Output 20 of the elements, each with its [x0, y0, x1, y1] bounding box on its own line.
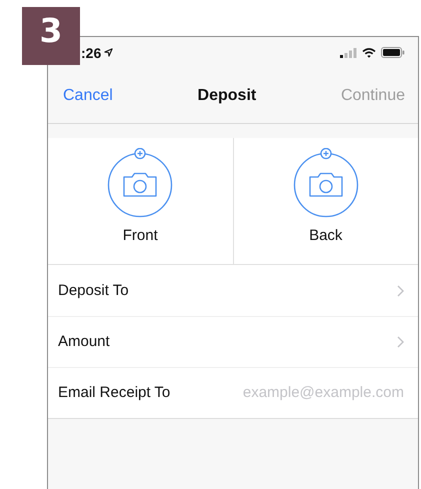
list-row[interactable]: Amount — [48, 316, 418, 367]
add-camera-icon — [107, 148, 174, 218]
list-row[interactable]: Deposit To — [48, 265, 418, 316]
capture-tile[interactable]: Front — [48, 138, 232, 264]
row-label: Email Receipt To — [58, 384, 170, 401]
location-arrow-icon — [104, 48, 114, 57]
signal-icon — [340, 48, 357, 58]
chevron-icon — [397, 284, 404, 296]
status-time: :26 — [81, 44, 102, 60]
battery-icon — [381, 47, 405, 58]
screen-title: Deposit — [198, 86, 256, 104]
capture-label: Front — [122, 227, 158, 244]
cancel-button[interactable]: Cancel — [63, 86, 113, 104]
chevron-icon — [397, 336, 404, 348]
capture-label: Back — [309, 227, 342, 244]
wifi-icon — [362, 48, 376, 58]
add-camera-icon — [292, 148, 359, 218]
capture-tile[interactable]: Back — [232, 138, 418, 264]
email-field[interactable]: example@example.com — [222, 384, 404, 401]
step-badge: 3 — [22, 7, 80, 65]
